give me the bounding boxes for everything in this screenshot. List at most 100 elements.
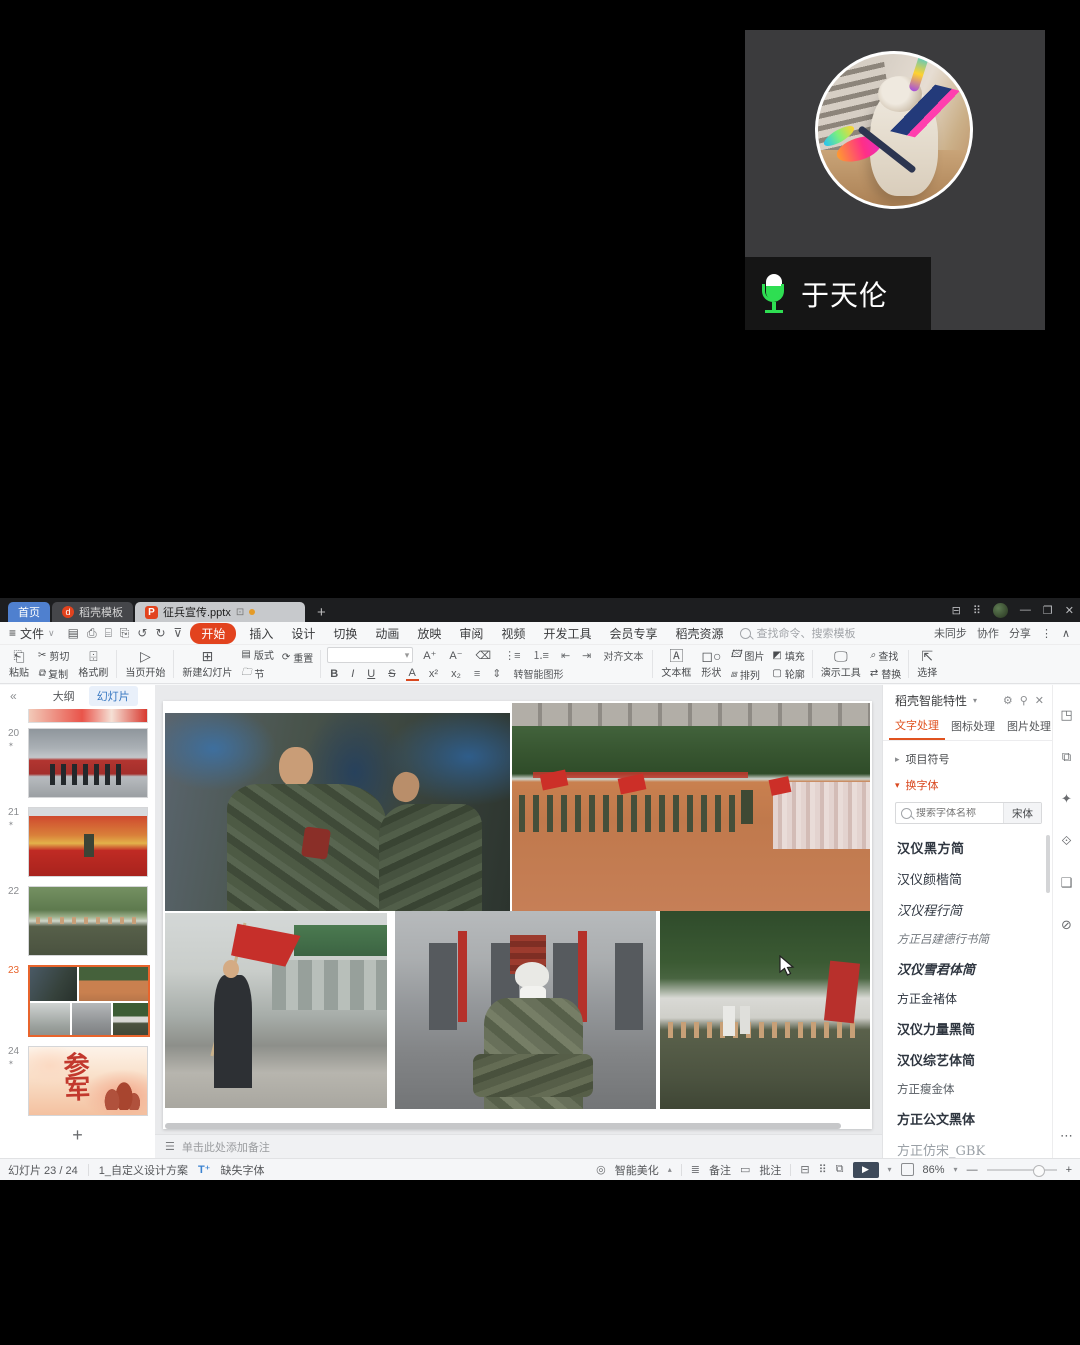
paste-button[interactable]: ⎗ 粘贴 bbox=[4, 649, 34, 679]
section-bullets[interactable]: ▸ 项目符号 bbox=[883, 741, 1052, 767]
select-button[interactable]: ⇱ 选择 bbox=[912, 649, 942, 679]
photo-flag-bearer-street[interactable] bbox=[165, 913, 387, 1108]
font-item[interactable]: 汉仪程行简 bbox=[883, 894, 1052, 925]
picture-button[interactable]: 🖾图片 bbox=[730, 647, 764, 664]
collapse-sidebar-icon[interactable]: « bbox=[10, 689, 17, 703]
cut-button[interactable]: ✂剪切 bbox=[38, 648, 69, 663]
line-spacing-button[interactable]: ⇕ bbox=[489, 667, 503, 680]
call-participant-card[interactable]: 于天伦 bbox=[745, 30, 1045, 330]
slide-20-thumbnail[interactable] bbox=[28, 728, 148, 798]
section-change-font[interactable]: ▾ 换字体 bbox=[883, 767, 1052, 793]
photo-formation-on-field[interactable] bbox=[512, 703, 870, 911]
align-text-button[interactable]: 对齐文本 bbox=[600, 648, 646, 663]
replace-button[interactable]: ⇄替换 bbox=[870, 666, 901, 681]
speaker-notes-button[interactable]: 备注 bbox=[709, 1162, 731, 1178]
outline-button[interactable]: ▢轮廓 bbox=[772, 666, 804, 681]
missing-font-button[interactable]: 缺失字体 bbox=[220, 1162, 264, 1178]
menu-item-animation[interactable]: 动画 bbox=[366, 625, 408, 642]
menu-item-member[interactable]: 会员专享 bbox=[600, 625, 666, 642]
shrink-font-button[interactable]: A⁻ bbox=[446, 649, 465, 662]
cloud-sync-status[interactable]: 未同步 bbox=[934, 625, 967, 641]
slide-19-thumbnail-partial[interactable] bbox=[28, 709, 148, 723]
menu-item-insert[interactable]: 插入 bbox=[240, 625, 282, 642]
copy-button[interactable]: ⧉复制 bbox=[38, 666, 69, 681]
font-item[interactable]: 汉仪黑方简 bbox=[883, 832, 1052, 863]
italic-button[interactable]: I bbox=[348, 668, 357, 680]
font-color-button[interactable]: A bbox=[406, 667, 419, 681]
font-item[interactable]: 汉仪颜楷简 bbox=[883, 863, 1052, 894]
section-button[interactable]: 🗀节 bbox=[241, 665, 273, 682]
smart-assist-icon[interactable]: ✦ bbox=[1061, 791, 1072, 807]
fill-button[interactable]: ◩填充 bbox=[772, 648, 804, 663]
resource-icon[interactable]: ⟐ bbox=[1061, 833, 1071, 849]
zoom-level[interactable]: 86% bbox=[923, 1164, 945, 1176]
cast-icon[interactable]: ⊡ bbox=[236, 607, 244, 618]
zoom-out-button[interactable]: — bbox=[967, 1164, 978, 1176]
menu-item-docer-res[interactable]: 稻壳资源 bbox=[666, 625, 732, 642]
font-filter-dropdown[interactable]: 宋体 bbox=[1003, 803, 1041, 823]
bold-button[interactable]: B bbox=[327, 668, 341, 680]
restore-button[interactable]: ❐ bbox=[1043, 604, 1053, 617]
text-box-button[interactable]: 🄰 文本框 bbox=[656, 649, 696, 679]
font-item[interactable]: 方正公文黑体 bbox=[883, 1103, 1052, 1134]
gear-icon[interactable]: ⚙ bbox=[1003, 694, 1013, 707]
normal-view-icon[interactable]: ⊟ bbox=[800, 1163, 809, 1176]
tab-outline[interactable]: 大纲 bbox=[53, 688, 75, 704]
tab-home[interactable]: 首页 bbox=[8, 602, 50, 622]
start-slideshow-button[interactable]: ▶ bbox=[853, 1162, 879, 1178]
font-item[interactable]: 方正吕建德行书简 bbox=[883, 925, 1052, 953]
font-item[interactable]: 汉仪综艺体简 bbox=[883, 1044, 1052, 1075]
print-preview-icon[interactable]: ⎘ bbox=[116, 626, 134, 641]
more-vert-icon[interactable]: ⋮ bbox=[1041, 627, 1052, 640]
sorter-view-icon[interactable]: ⠿ bbox=[819, 1163, 827, 1176]
panel-tab-text[interactable]: 文字处理 bbox=[889, 713, 945, 740]
menu-item-video[interactable]: 视频 bbox=[492, 625, 534, 642]
more-tools-icon[interactable]: ⋯ bbox=[1060, 1128, 1073, 1144]
outdent-button[interactable]: ⇤ bbox=[558, 649, 572, 662]
panel-tab-icons[interactable]: 图标处理 bbox=[945, 714, 1001, 739]
slide-21-thumbnail[interactable] bbox=[28, 807, 148, 877]
workspace-grid-icon[interactable]: ⠿ bbox=[973, 604, 981, 617]
font-item[interactable]: 方正金褚体 bbox=[883, 984, 1052, 1013]
menu-item-devtools[interactable]: 开发工具 bbox=[534, 625, 600, 642]
zoom-slider-knob[interactable] bbox=[1033, 1165, 1045, 1177]
panel-tab-pictures[interactable]: 图片处理 bbox=[1001, 714, 1057, 739]
font-item[interactable]: 汉仪雪君体简 bbox=[883, 953, 1052, 984]
file-menu[interactable]: ≡ 文件 ∨ bbox=[0, 625, 64, 642]
open-icon[interactable]: ▤ bbox=[64, 626, 83, 640]
tab-slides[interactable]: 幻灯片 bbox=[89, 686, 138, 706]
subscript-button[interactable]: x₂ bbox=[448, 668, 464, 680]
collapse-ribbon-icon[interactable]: ∧ bbox=[1062, 627, 1070, 640]
account-avatar[interactable] bbox=[993, 603, 1008, 618]
numbering-button[interactable]: ⒈≡ bbox=[530, 647, 551, 663]
reset-button[interactable]: ⟳重置 bbox=[282, 650, 313, 665]
close-panel-icon[interactable]: ✕ bbox=[1035, 694, 1044, 707]
save-icon[interactable]: ⎙ bbox=[83, 626, 101, 641]
tab-document[interactable]: P 征兵宣传.pptx ⊡ bbox=[135, 602, 305, 622]
format-painter-button[interactable]: ⌹ 格式刷 bbox=[73, 649, 113, 679]
pin-icon[interactable]: ⚲ bbox=[1020, 694, 1028, 707]
smart-beautify-button[interactable]: 智能美化 bbox=[615, 1162, 659, 1178]
underline-button[interactable]: U bbox=[364, 668, 378, 680]
horizontal-scrollbar[interactable] bbox=[165, 1123, 855, 1130]
font-item[interactable]: 方正瘦金体 bbox=[883, 1075, 1052, 1103]
selection-pane-icon[interactable]: ⧉ bbox=[1062, 749, 1071, 765]
photo-squatting-group[interactable] bbox=[660, 911, 870, 1109]
font-item[interactable]: 汉仪力量黑简 bbox=[883, 1013, 1052, 1044]
help-icon[interactable]: ⊘ bbox=[1061, 917, 1072, 933]
design-scheme[interactable]: 1_自定义设计方案 bbox=[99, 1162, 188, 1178]
shape-button[interactable]: ◻○ 形状 bbox=[696, 649, 726, 679]
layout-switch-icon[interactable]: ⊟ bbox=[952, 604, 961, 617]
print-icon[interactable]: ⌸ bbox=[101, 626, 116, 641]
reading-view-icon[interactable]: ⧉ bbox=[836, 1163, 844, 1176]
layout-button[interactable]: ▤版式 bbox=[241, 647, 273, 662]
fit-to-window-icon[interactable] bbox=[901, 1163, 914, 1176]
close-button[interactable]: ✕ bbox=[1065, 604, 1074, 617]
properties-icon[interactable]: ◳ bbox=[1060, 707, 1072, 723]
play-from-current-button[interactable]: ▷ 当页开始 bbox=[120, 649, 170, 679]
minimize-button[interactable]: — bbox=[1020, 604, 1031, 616]
share-button[interactable]: 分享 bbox=[1009, 625, 1031, 641]
slide-22-thumbnail[interactable] bbox=[28, 886, 148, 956]
panel-scrollbar[interactable] bbox=[1046, 835, 1050, 893]
chevron-down-icon[interactable]: ▾ bbox=[888, 1165, 892, 1174]
